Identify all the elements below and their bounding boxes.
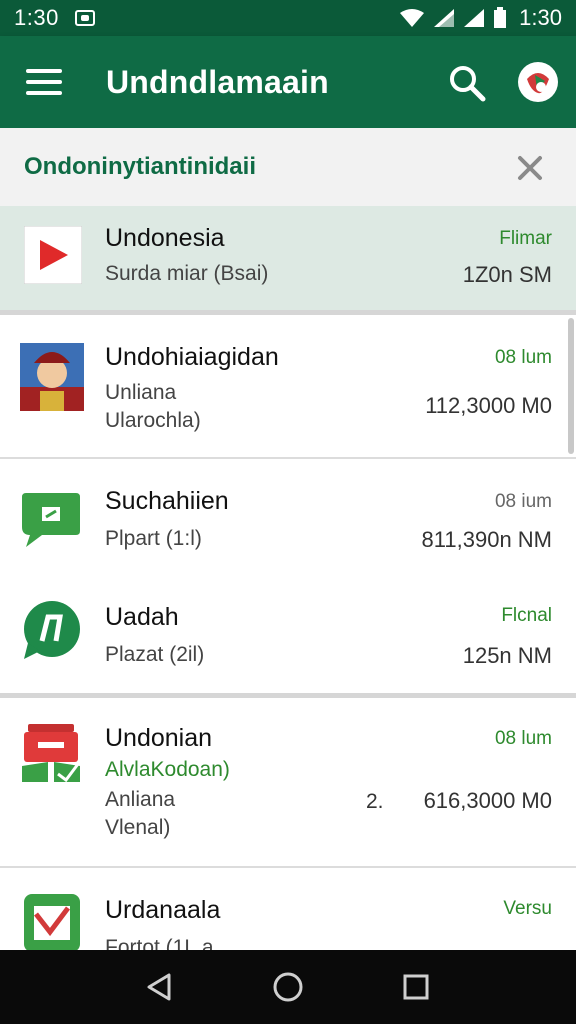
list-item[interactable]: Urdanaala Fortot (1L.a Versu [0,868,576,950]
item-size: 112,3000 M0 [425,393,552,418]
item-subtitle: Plazat (2il) [105,643,205,666]
menu-icon[interactable] [26,69,62,95]
item-size: 811,390n NM [421,527,552,552]
chat-icon [22,493,80,547]
signal-icon [434,9,455,27]
list-item[interactable]: Undonesia Surda miar (Bsai) Flimar 1Z0n … [0,206,576,310]
list-item[interactable]: Undonian AlvlaKodoan) Anliana Vlenal) 08… [0,698,576,866]
back-icon[interactable] [140,967,180,1007]
info-banner: Ondoninytiantinidaii [0,128,576,206]
item-title: Uadah [105,603,179,631]
item-status: Flimar [499,228,552,249]
wifi-icon [400,9,425,27]
status-icons: 1:30 [399,5,562,31]
list-item[interactable]: Suchahiien Plpart (1:l) 08 ium 811,390n … [0,459,576,577]
item-title: Undonesia [105,224,225,252]
item-status: 08 lum [494,347,552,368]
app-title: Undndlamaain [106,63,329,100]
item-subtitle-green: AlvlaKodoan) [105,758,230,781]
item-title: Suchahiien [105,487,229,515]
battery-icon [494,7,507,28]
recents-icon[interactable] [396,967,436,1007]
item-status: 08 lum [494,728,552,749]
item-status: 08 ium [494,491,552,512]
item-size: 616,3000 M0 [423,788,552,813]
chat-icon [24,601,80,659]
banner-text: Ondoninytiantinidaii [24,153,256,180]
item-size: 1Z0n SM [462,262,552,287]
app-icon [24,894,80,950]
item-subtitle: Plpart (1:l) [105,527,202,550]
list-item[interactable]: Undohiaiagidan Unliana Ularochla) 08 lum… [0,315,576,455]
list-item[interactable]: Uadah Plazat (2il) Flcnal 125n NM [0,577,576,691]
item-subtitle-2: Ularochla) [105,409,201,432]
item-title: Undohiaiagidan [105,343,279,371]
play-icon [24,226,82,284]
status-bar: 1:30 1:30 [0,0,576,36]
app-toolbar: Undndlamaain [0,36,576,128]
status-clock: 1:30 [519,5,562,30]
notification-icon [74,10,95,26]
home-icon[interactable] [268,967,308,1007]
avatar-graphic [523,67,553,97]
item-title: Undonian [105,724,213,752]
status-time: 1:30 [14,5,59,30]
close-icon[interactable] [512,150,548,186]
item-subtitle: Unliana [105,381,177,404]
app-list: Undonesia Surda miar (Bsai) Flimar 1Z0n … [0,206,576,950]
item-title: Urdanaala [105,896,221,924]
system-nav-bar [0,950,576,1024]
item-subtitle: Anliana [105,788,176,811]
app-icon [22,724,80,783]
item-size: 125n NM [462,643,552,668]
search-icon[interactable] [448,64,486,102]
scrollbar[interactable] [568,318,574,454]
avatar-icon[interactable] [518,62,558,102]
item-status: Versu [503,898,552,919]
avatar-app-icon [20,343,84,411]
item-subtitle: Fortot (1L.a [105,936,214,950]
signal-icon-2 [464,9,485,27]
item-subtitle: Surda miar (Bsai) [105,262,269,285]
item-subtitle-2: Vlenal) [105,816,171,839]
item-number: 2. [366,790,384,813]
item-status: Flcnal [501,605,552,626]
